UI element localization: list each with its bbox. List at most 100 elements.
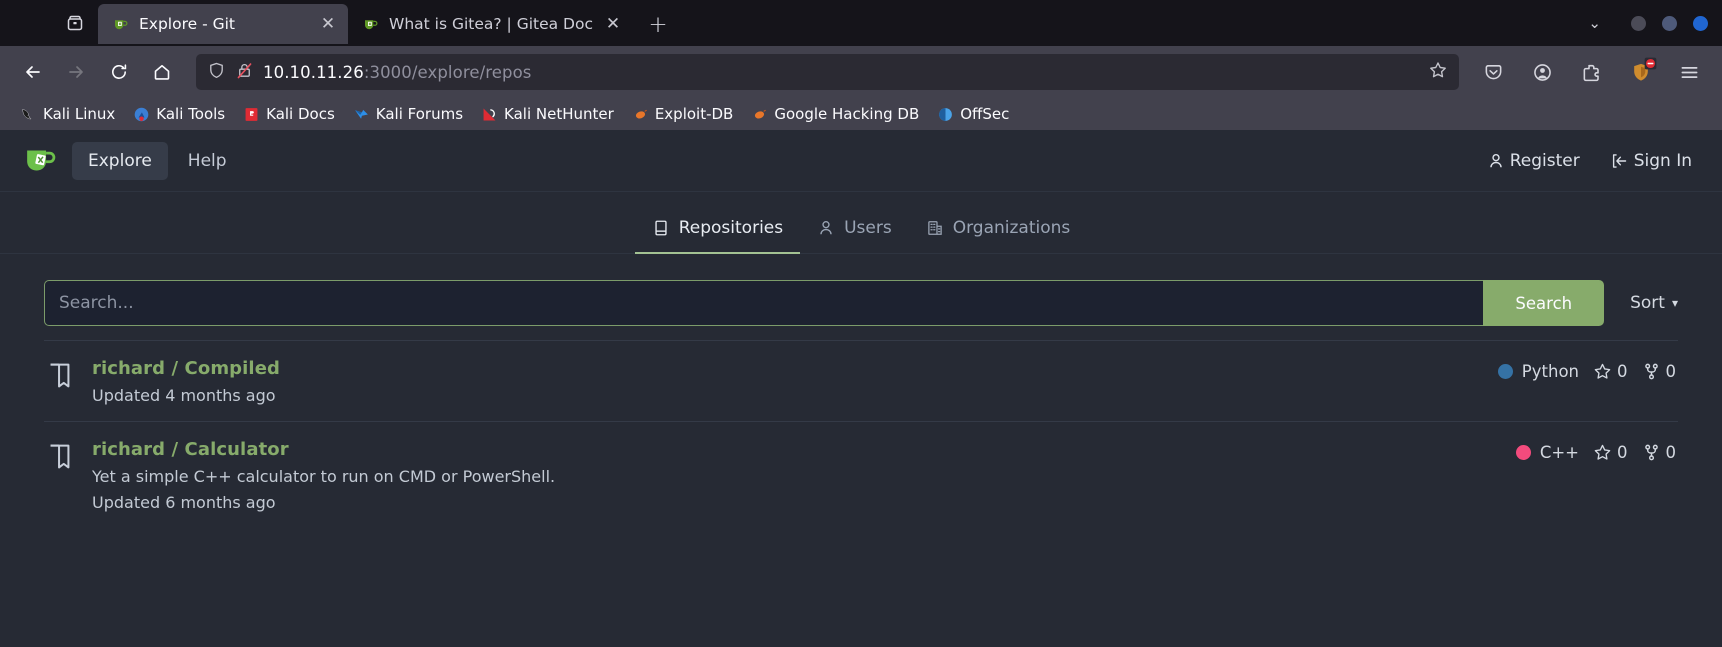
firefox-view-button[interactable] [52,3,98,43]
lock-crossed-icon[interactable] [235,61,254,84]
sort-dropdown[interactable]: Sort ▾ [1630,293,1678,313]
bookmark-label: Kali Forums [375,105,464,123]
repository-forks: 0 [1642,362,1677,381]
bookmark-exploit-db[interactable]: Exploit-DB [624,102,742,126]
fork-count: 0 [1665,443,1677,462]
browser-tab-gitea-docs[interactable]: What is Gitea? | Gitea Doc ✕ [348,4,633,44]
reload-button[interactable] [100,54,137,91]
bookmark-kali-forums[interactable]: Kali Forums [345,102,471,126]
gitea-icon [115,20,128,30]
extensions-icon[interactable] [1573,54,1610,91]
kali-docs-icon [245,107,258,121]
organization-icon [927,221,942,235]
repository-row[interactable]: richard / Calculator Yet a simple C++ ca… [44,421,1678,528]
language-label: C++ [1539,443,1579,462]
pocket-icon[interactable] [1475,54,1512,91]
url-bar[interactable]: 10.10.11.26:3000/explore/repos [196,54,1459,90]
bookmark-offsec[interactable]: OffSec [929,102,1017,126]
bookmarks-bar: Kali Linux Kali Tools Kali Docs Kali For… [0,98,1722,130]
repository-stars: 0 [1593,362,1628,381]
register-link[interactable]: Register [1487,151,1580,171]
bookmark-label: Kali Docs [266,105,335,123]
bookmark-kali-tools[interactable]: Kali Tools [125,102,233,126]
repository-updated: Updated 6 months ago [92,493,276,512]
fork-icon [1644,444,1658,461]
tab-close-icon[interactable]: ✕ [317,13,339,35]
repository-info: richard / Calculator Yet a simple C++ ca… [92,439,1516,512]
repository-name[interactable]: richard / Calculator [92,439,1516,460]
maximize-button[interactable] [1662,15,1677,31]
ublock-origin-icon[interactable] [1622,54,1659,91]
repository-language: C++ [1515,443,1579,462]
google-hacking-db-icon [755,109,767,118]
fork-count: 0 [1665,362,1677,381]
home-button[interactable] [143,54,180,91]
offsec-icon [939,107,953,121]
search-input[interactable] [44,280,1484,326]
url-text[interactable]: 10.10.11.26:3000/explore/repos [263,63,1419,82]
tab-title: What is Gitea? | Gitea Doc [389,15,593,33]
shield-icon[interactable] [207,61,226,84]
tab-title: Explore - Git [139,15,236,33]
repository-meta: Python 0 0 [1497,358,1677,381]
browser-tab-explore[interactable]: Explore - Git ✕ [98,4,348,44]
tab-users[interactable]: Users [800,218,909,254]
tab-label: Organizations [952,218,1071,238]
hamburger-menu-icon[interactable] [1671,54,1708,91]
person-icon [820,221,832,235]
sign-in-link[interactable]: Sign In [1610,151,1692,171]
gitea-logo[interactable] [22,144,68,178]
tab-organizations[interactable]: Organizations [909,218,1088,254]
repository-language: Python [1497,362,1579,381]
chevron-down-icon: ▾ [1671,296,1678,310]
repository-name[interactable]: richard / Compiled [92,358,1498,379]
gitea-navbar-right: Register Sign In [1487,151,1700,171]
exploit-db-icon [635,109,647,118]
repository-updated: Updated 4 months ago [92,386,276,405]
new-tab-button[interactable]: + [641,8,675,42]
bookmark-kali-docs[interactable]: Kali Docs [235,102,343,126]
register-label: Register [1509,150,1580,171]
gitea-nav-explore[interactable]: Explore [72,141,168,180]
browser-navbar: 10.10.11.26:3000/explore/repos [0,46,1722,98]
back-button[interactable] [14,54,51,91]
sign-in-label: Sign In [1633,150,1692,171]
repository-list: richard / Compiled Updated 4 months ago … [44,340,1678,528]
star-icon [1594,444,1611,460]
star-icon[interactable] [1428,60,1448,84]
bookmark-label: Exploit-DB [654,105,734,123]
kali-dragon-icon [22,108,32,119]
gitea-nav-help[interactable]: Help [172,142,243,180]
bookmark-label: Kali Tools [156,105,226,123]
sign-in-icon [1612,153,1626,168]
fork-icon [1644,363,1658,380]
tab-label: Users [844,218,892,238]
bookmark-google-hacking-db[interactable]: Google Hacking DB [743,102,927,126]
gitea-page: Explore Help Register Sign In Repositori… [0,130,1722,647]
browser-toolbar-right [1475,54,1708,91]
url-path: :3000/explore/repos [363,62,532,82]
tab-repositories[interactable]: Repositories [634,218,801,254]
bookmark-label: OffSec [960,105,1010,123]
bookmark-label: Kali NetHunter [504,105,614,123]
close-button[interactable] [1693,15,1708,31]
star-count: 0 [1617,443,1628,462]
language-color-dot [1515,445,1531,460]
forward-button[interactable] [57,54,94,91]
list-all-tabs-icon[interactable]: ⌄ [1574,14,1615,32]
repository-row[interactable]: richard / Compiled Updated 4 months ago … [44,340,1678,421]
bookmark-kali-nethunter[interactable]: Kali NetHunter [473,102,622,126]
language-color-dot [1497,364,1513,379]
minimize-button[interactable] [1631,15,1646,31]
kali-nethunter-icon [483,108,496,120]
account-icon[interactable] [1524,54,1561,91]
search-button[interactable]: Search [1483,280,1605,326]
language-label: Python [1521,362,1579,381]
bookmark-kali-linux[interactable]: Kali Linux [12,102,123,126]
repo-icon [655,220,667,236]
tab-close-icon[interactable]: ✕ [602,13,624,35]
kali-tools-icon [134,107,149,121]
sort-label: Sort [1630,293,1665,313]
gitea-navbar: Explore Help Register Sign In [0,130,1722,192]
search-row: Search Sort ▾ [44,280,1678,326]
